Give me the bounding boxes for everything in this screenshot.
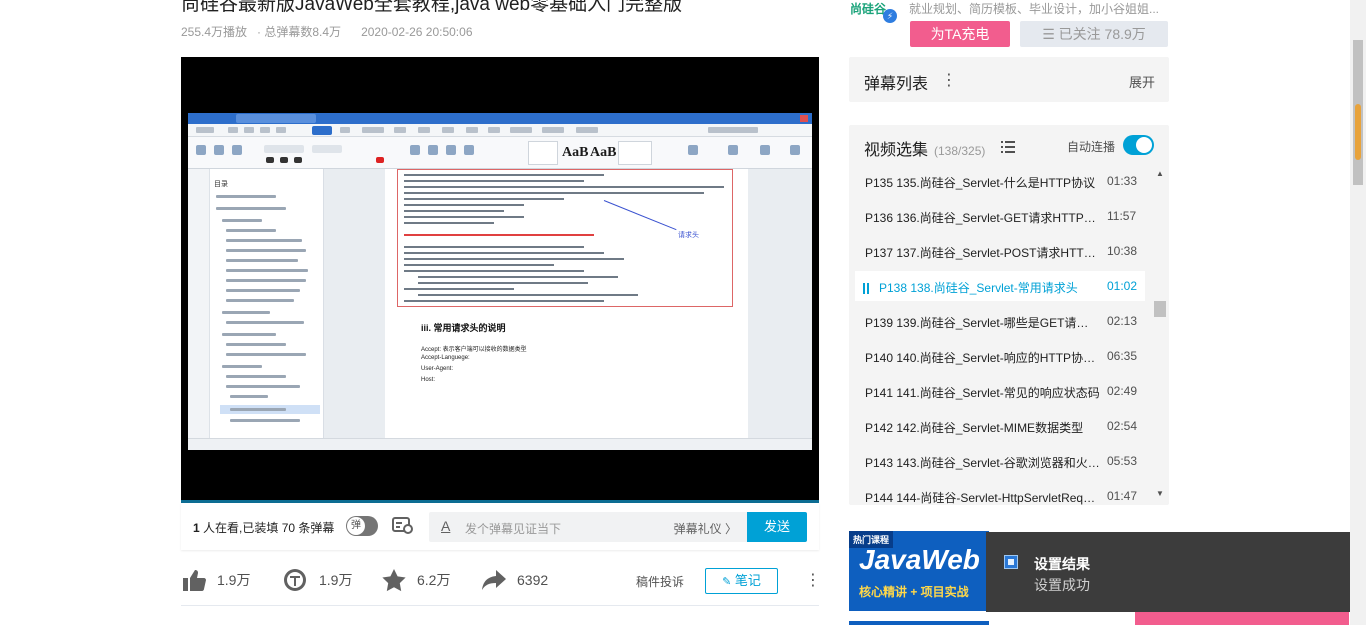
share-icon	[482, 570, 506, 590]
scroll-marker	[1355, 104, 1361, 160]
play-count: 255.4万播放	[181, 25, 248, 39]
watching-status: 1 人在看,已装填 70 条弹幕	[193, 521, 335, 535]
doc-line: User-Agent:	[421, 366, 454, 372]
uploader-description: 就业规划、简历模板、毕业设计，加小谷姐姐...	[909, 2, 1160, 16]
notification-toast[interactable]: 设置结果 设置成功	[986, 532, 1350, 612]
text-style-icon[interactable]: A	[441, 518, 450, 534]
wps-toolbar: AaB AaB	[188, 137, 812, 169]
ad-subtitle: 核心精讲 + 项目实战	[859, 585, 969, 599]
danmaku-placeholder: 发个弹幕见证当下	[465, 522, 562, 536]
send-button[interactable]: 发送	[747, 512, 807, 542]
coin-icon	[284, 569, 306, 591]
playlist-items: P135 135.尚硅谷_Servlet-什么是HTTP协议 01:33 P136…	[849, 163, 1169, 505]
toast-title: 设置结果	[1034, 556, 1090, 572]
playlist-panel: 视频选集 (138/325) 自动连播 P135 135.尚硅谷_Servlet-…	[849, 125, 1169, 505]
embedded-screenshot: 请求头	[397, 169, 733, 307]
wps-statusbar	[188, 438, 812, 450]
playlist-item[interactable]: P141 141.尚硅谷_Servlet-常见的响应状态码 02:49	[855, 376, 1145, 406]
wps-sidebar	[188, 169, 210, 438]
note-button[interactable]: ✎ 笔记	[705, 568, 778, 594]
video-meta: 255.4万播放 · 总弹幕数8.4万 2020-02-26 20:50:06	[181, 23, 483, 40]
toast-message: 设置成功	[1034, 577, 1090, 593]
scroll-up-icon[interactable]: ▲	[1156, 169, 1164, 178]
app-icon	[1004, 555, 1018, 569]
doc-line: Accept-Languege:	[421, 355, 470, 361]
report-link[interactable]: 稿件投诉	[636, 573, 684, 590]
playlist-item[interactable]: P140 140.尚硅谷_Servlet-响应的HTTP协议格式 06:35	[855, 341, 1145, 371]
danmaku-input[interactable]: A 发个弹幕见证当下 弹幕礼仪 〉	[429, 512, 747, 542]
playlist-item[interactable]: P142 142.尚硅谷_Servlet-MIME数据类型 02:54	[855, 411, 1145, 441]
coin-button[interactable]: 1.9万	[283, 568, 352, 592]
share-button[interactable]: 6392	[481, 568, 548, 592]
danmaku-etiquette-link[interactable]: 弹幕礼仪 〉	[674, 520, 737, 537]
autoplay-label: 自动连播	[1067, 140, 1116, 154]
edit-icon: ✎	[722, 576, 732, 588]
charge-button[interactable]: 为TA充电	[910, 21, 1010, 47]
playlist-title: 视频选集 (138/325)	[864, 142, 986, 159]
lightning-icon: ⚡	[883, 9, 897, 23]
doc-line: Accept: 表示客户端可以接收的数据类型	[421, 347, 527, 353]
scroll-down-icon[interactable]: ▼	[1156, 489, 1164, 498]
playlist-item[interactable]: P144 144-尚硅谷-Servlet-HttpServletRequest类…	[855, 481, 1145, 505]
second-banner[interactable]	[849, 621, 989, 625]
list-view-icon[interactable]	[1001, 140, 1015, 153]
playlist-item[interactable]: P136 136.尚硅谷_Servlet-GET请求HTTP协议格式11:57	[855, 201, 1145, 231]
video-frame: AaB AaB 目录 请求头 iii. 常用请求头的说明 Accept: 表示客…	[188, 113, 812, 450]
playlist-item[interactable]: P137 137.尚硅谷_Servlet-POST请求HTTP协议格式10:38	[855, 236, 1145, 266]
autoplay-toggle[interactable]	[1123, 135, 1154, 155]
uploader-avatar[interactable]: 尚硅谷 ⚡	[850, 0, 898, 24]
danmaku-list-title: 弹幕列表	[864, 76, 929, 93]
playlist-count: (138/325)	[934, 144, 986, 158]
video-title: 尚硅谷最新版JavaWeb全套教程,java web零基础入门完整版	[181, 0, 683, 15]
expand-button[interactable]: 展开	[1129, 72, 1155, 91]
wps-toc-panel: 目录	[210, 169, 324, 438]
wps-menubar	[188, 124, 812, 137]
danmaku-settings-icon[interactable]	[392, 517, 414, 535]
annotation-text: 请求头	[678, 232, 699, 239]
ad-title: JavaWeb	[859, 544, 980, 575]
more-icon[interactable]: ⋮	[941, 70, 957, 90]
favorite-button[interactable]: 6.2万	[381, 568, 450, 592]
section-heading: iii. 常用请求头的说明	[421, 323, 506, 333]
danmaku-total: · 总弹幕数8.4万	[257, 25, 342, 39]
course-ad-banner[interactable]: 热门课程 JavaWeb 核心精讲 + 项目实战	[849, 531, 989, 611]
divider	[181, 605, 819, 606]
like-button[interactable]: 1.9万	[181, 568, 250, 592]
follow-button[interactable]: ☰ 已关注 78.9万	[1020, 21, 1168, 47]
playlist-scrollbar[interactable]	[1154, 301, 1166, 317]
doc-line: Host:	[421, 377, 436, 383]
playlist-item[interactable]: P139 139.尚硅谷_Servlet-哪些是GET请求哪些是POST请求02…	[855, 306, 1145, 336]
playlist-item[interactable]: P135 135.尚硅谷_Servlet-什么是HTTP协议 01:33	[855, 166, 1145, 196]
danmaku-list-panel: 弹幕列表 ⋮ 展开	[849, 57, 1169, 102]
star-icon	[382, 569, 406, 592]
document-page: 请求头 iii. 常用请求头的说明 Accept: 表示客户端可以接收的数据类型…	[385, 169, 748, 438]
video-actions: 1.9万 1.9万 6.2万 6392 稿件投诉 ✎ 笔记 ⋮	[181, 560, 821, 600]
page-scrollbar[interactable]	[1350, 0, 1366, 625]
danmaku-toggle[interactable]: 弹	[346, 516, 378, 536]
playlist-item[interactable]: P143 143.尚硅谷_Servlet-谷歌浏览器和火狐浏览器05:53	[855, 446, 1145, 476]
thumb-up-icon	[183, 570, 206, 591]
danmaku-control-bar: 1 人在看,已装填 70 条弹幕 弹 A 发个弹幕见证当下 弹幕礼仪 〉 发送	[181, 503, 819, 550]
wps-titlebar	[188, 113, 812, 124]
playlist-item-current[interactable]: P138 138.尚硅谷_Servlet-常用请求头 01:02	[855, 271, 1145, 301]
playing-icon	[863, 281, 873, 294]
more-options-icon[interactable]: ⋮	[805, 570, 821, 590]
publish-date: 2020-02-26 20:50:06	[361, 25, 473, 39]
